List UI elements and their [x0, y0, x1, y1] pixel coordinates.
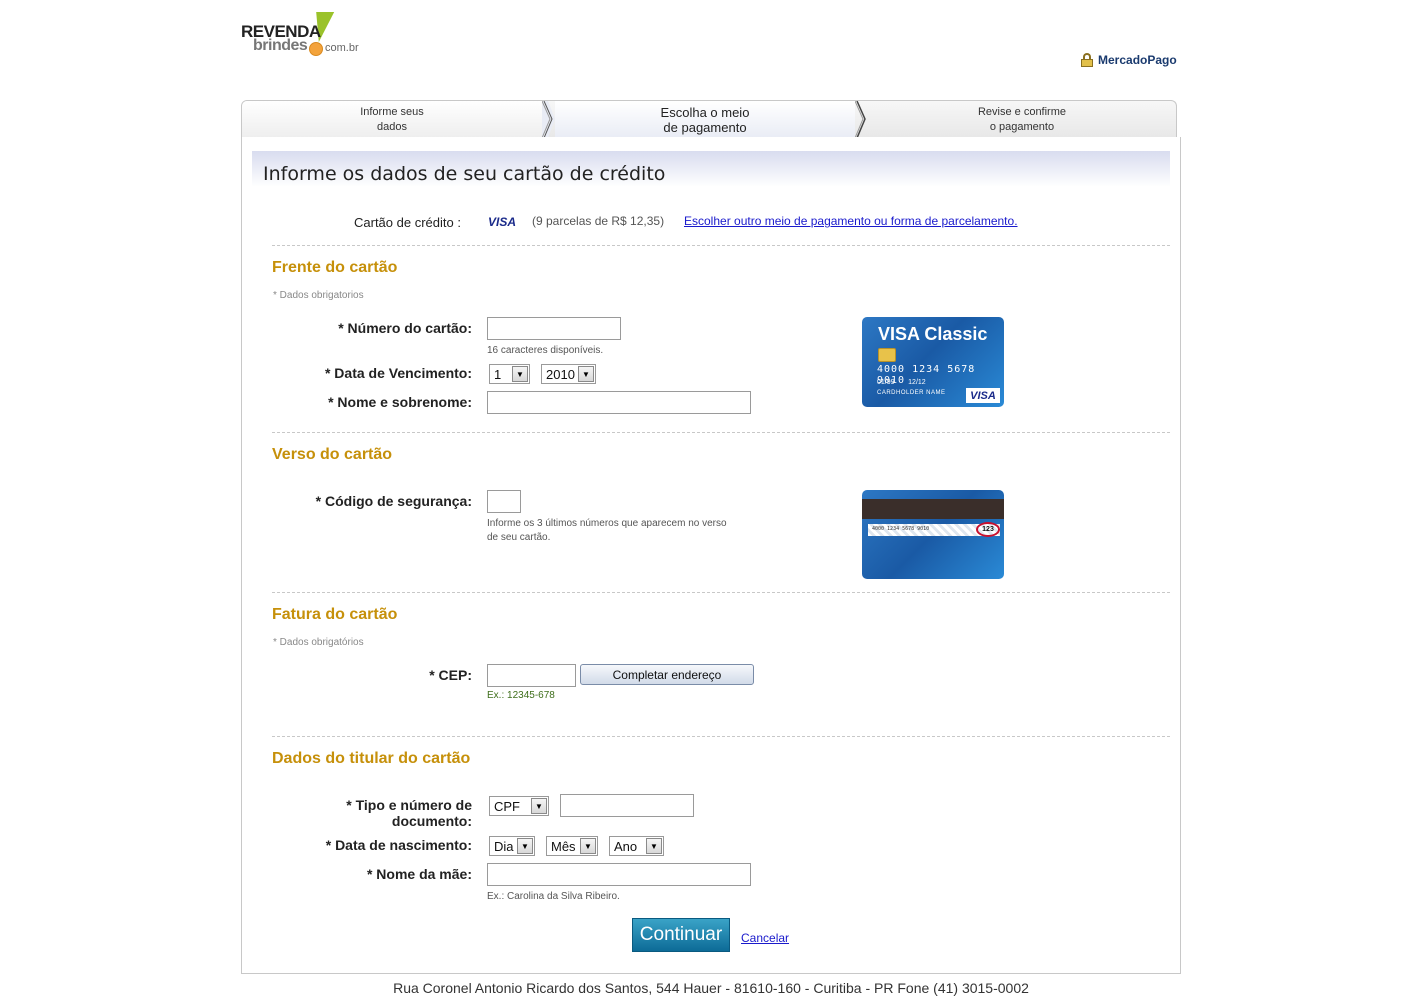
mercadopago-badge: MercadoPago [1081, 51, 1177, 69]
logo-domain: com.br [325, 42, 359, 54]
card-number-hint: 16 caracteres disponíveis. [487, 345, 604, 356]
divider [272, 736, 1170, 737]
card-back-image: 4000 1234 5678 9010 123 [862, 490, 1004, 579]
doc-label-line2: documento: [391, 813, 472, 829]
birth-day-value: Dia [494, 838, 514, 854]
chevron-down-icon: ▼ [580, 838, 596, 854]
birth-year-value: Ano [614, 838, 638, 854]
card-chip-icon [878, 348, 896, 362]
complete-address-button[interactable]: Completar endereço [580, 664, 754, 685]
name-label: * Nome e sobrenome: [328, 394, 472, 410]
section-title-holder: Dados do titular do cartão [272, 750, 471, 767]
chevron-down-icon: ▼ [517, 838, 533, 854]
lock-icon [1081, 53, 1093, 67]
section-title-front: Frente do cartão [272, 259, 398, 276]
cvv-input[interactable] [487, 490, 521, 513]
mother-name-label: * Nome da mãe: [366, 866, 472, 882]
cvv-label: * Código de segurança: [315, 493, 472, 509]
cep-hint: Ex.: 12345-678 [487, 690, 555, 701]
visa-logo-icon: VISA [966, 388, 1000, 403]
logo-line2: brindes [253, 37, 308, 54]
card-valid-thru: 12/12 [908, 379, 926, 386]
change-payment-link[interactable]: Escolher outro meio de pagamento ou form… [684, 214, 1018, 228]
card-back-number: 4000 1234 5678 9010 [872, 526, 930, 532]
chevron-down-icon: ▼ [512, 366, 528, 382]
checkout-steps: Informe seus dados Escolha o meio de pagam… [241, 100, 1177, 137]
divider [272, 432, 1170, 433]
cancel-link[interactable]: Cancelar [741, 931, 789, 945]
doc-number-input[interactable] [560, 794, 694, 817]
expiry-label: * Data de Vencimento: [324, 365, 472, 381]
logo-dot-icon [309, 42, 323, 56]
required-note: * Dados obrigatórios [273, 637, 364, 648]
chevron-down-icon: ▼ [578, 366, 594, 382]
step-2-line2: de pagamento [663, 119, 747, 135]
mercadopago-label: MercadoPago [1098, 53, 1177, 67]
section-title-billing: Fatura do cartão [272, 606, 398, 623]
card-front-image: VISA Classic 4000 1234 5678 9010 01/99 1… [862, 317, 1004, 407]
magnetic-stripe [862, 499, 1004, 519]
doc-label-line1: * Tipo e número de [346, 797, 472, 813]
installments-text: (9 parcelas de R$ 12,35) [532, 214, 665, 228]
required-note: * Dados obrigatorios [273, 290, 364, 301]
cvv-hint-line2: de seu cartão. [487, 532, 551, 543]
card-number-input[interactable] [487, 317, 621, 340]
divider [272, 592, 1170, 593]
page-title: Informe os dados de seu cartão de crédit… [263, 163, 666, 185]
site-logo[interactable]: REVENDA brindes com.br [241, 12, 371, 62]
divider [272, 245, 1170, 246]
chevron-down-icon: ▼ [646, 838, 662, 854]
name-input[interactable] [487, 391, 751, 414]
card-valid-from: 01/99 [877, 379, 895, 386]
expiry-year-select[interactable]: 2010 ▼ [541, 364, 596, 384]
birth-month-value: Mês [551, 838, 576, 854]
visa-logo-icon: VISA [488, 215, 517, 229]
chevron-down-icon: ▼ [531, 798, 547, 814]
card-front-dates: 01/99 12/12 [877, 379, 926, 386]
step-escolha-pagamento: Escolha o meio de pagamento [555, 101, 855, 137]
step-separator-icon [541, 101, 556, 137]
expiry-month-value: 1 [494, 366, 502, 382]
step-revise-confirme: Revise e confirme o pagamento [867, 101, 1176, 137]
birth-date-label: * Data de nascimento: [325, 837, 472, 853]
step-1-line2: dados [377, 120, 407, 133]
cvv-hint-line1: Informe os 3 últimos números que aparece… [487, 518, 727, 529]
doc-type-value: CPF [494, 798, 520, 814]
birth-day-select[interactable]: Dia ▼ [489, 836, 535, 856]
credit-card-label: Cartão de crédito : [354, 215, 461, 230]
cvv-highlight: 123 [976, 522, 1000, 537]
card-front-title: VISA Classic [878, 324, 988, 344]
section-title-back: Verso do cartão [272, 446, 393, 463]
step-informe-dados: Informe seus dados [242, 101, 542, 137]
cep-input[interactable] [487, 664, 576, 687]
step-1-line1: Informe seus [360, 105, 424, 118]
mother-name-input[interactable] [487, 863, 751, 886]
cep-label: * CEP: [429, 667, 472, 683]
card-front-holder: CARDHOLDER NAME [877, 390, 946, 396]
expiry-year-value: 2010 [546, 366, 575, 382]
step-3-line2: o pagamento [989, 120, 1055, 133]
doc-type-select[interactable]: CPF ▼ [489, 796, 549, 816]
birth-month-select[interactable]: Mês ▼ [546, 836, 598, 856]
expiry-month-select[interactable]: 1 ▼ [489, 364, 530, 384]
footer-address: Rua Coronel Antonio Ricardo dos Santos, … [393, 980, 1029, 996]
continue-button[interactable]: Continuar [632, 918, 730, 952]
card-number-label: * Número do cartão: [338, 320, 472, 336]
step-2-line1: Escolha o meio [660, 104, 750, 120]
birth-year-select[interactable]: Ano ▼ [609, 836, 664, 856]
mother-name-hint: Ex.: Carolina da Silva Ribeiro. [487, 891, 620, 902]
step-3-line1: Revise e confirme [977, 105, 1067, 118]
